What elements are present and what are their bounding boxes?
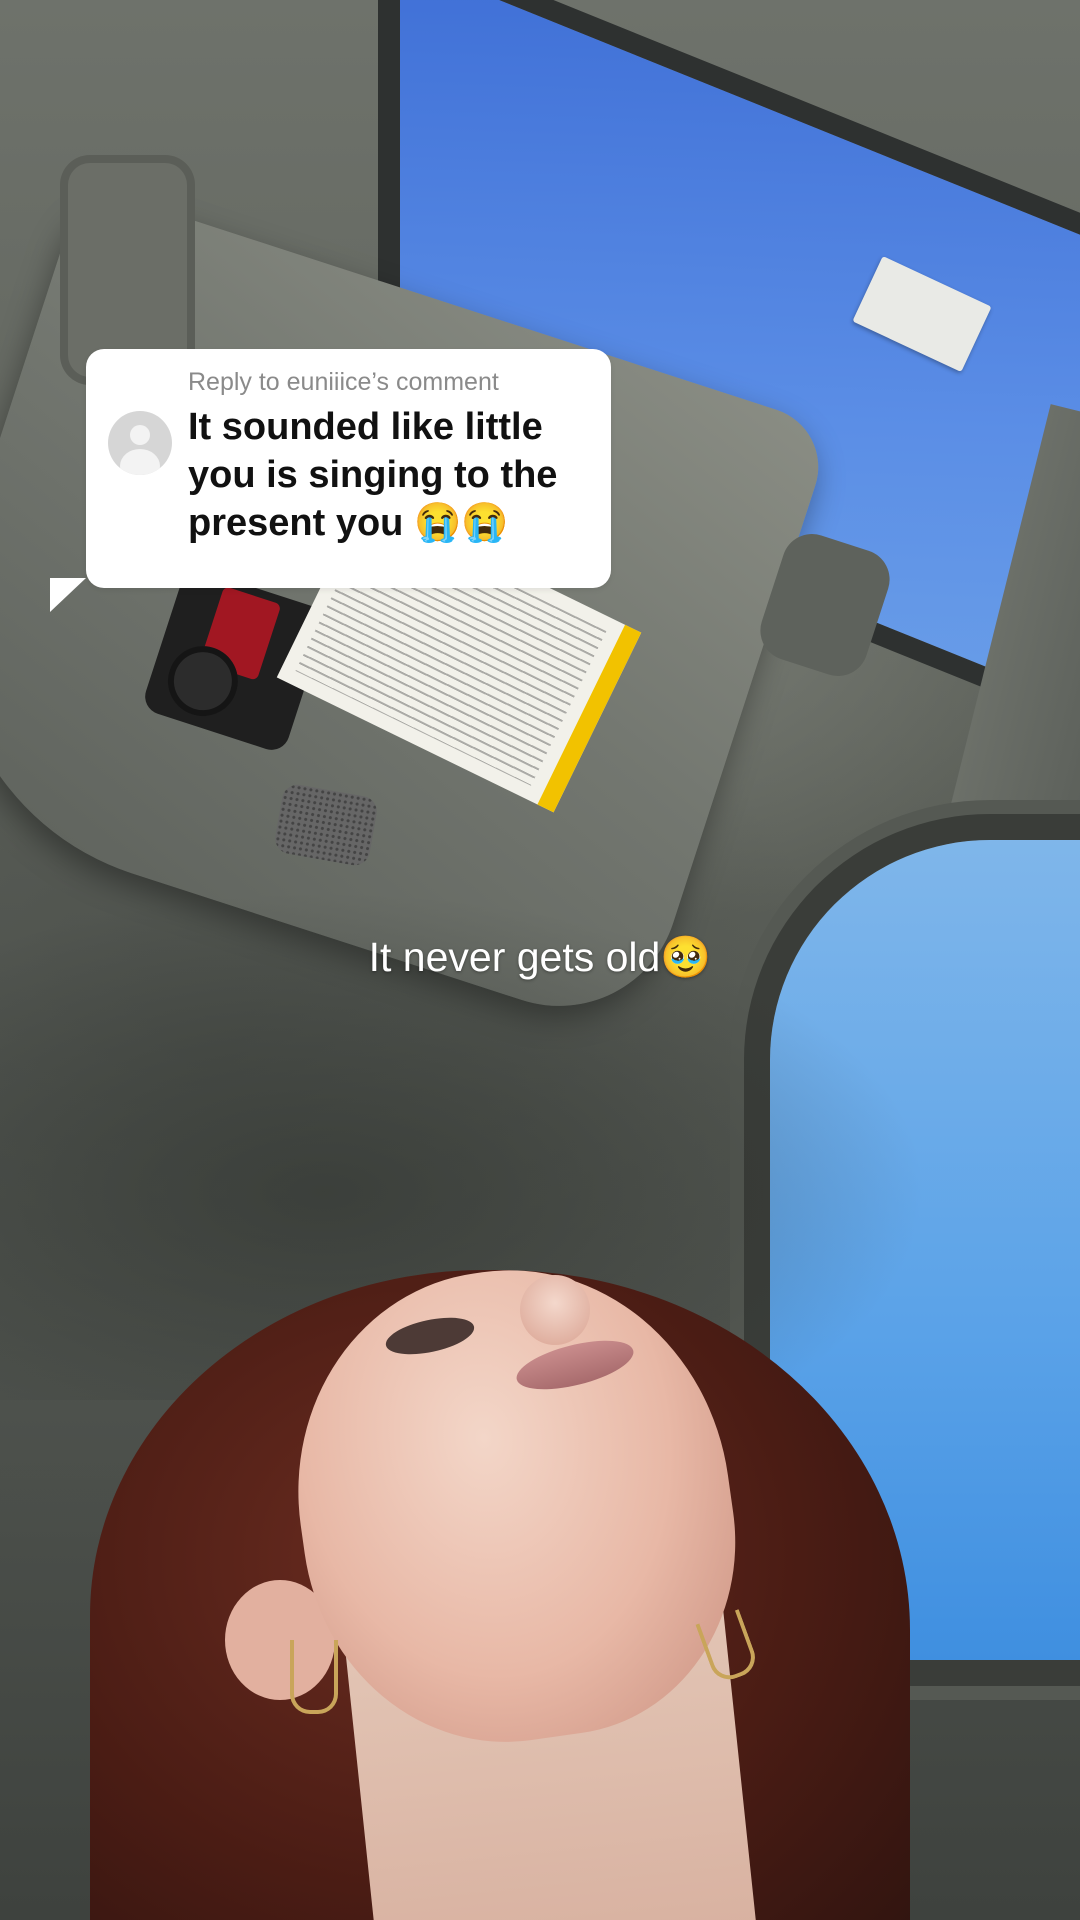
comment-reply-sticker[interactable]: Reply to euniiice’s comment It sounded l… (86, 349, 611, 588)
earring-left (290, 1640, 338, 1714)
reply-header: Reply to euniiice’s comment (188, 368, 499, 396)
person-nose (520, 1275, 590, 1345)
reply-bubble-tail (50, 578, 86, 612)
reply-comment-text: It sounded like little you is singing to… (188, 406, 558, 544)
avatar-placeholder-icon (108, 411, 172, 475)
video-caption: It never gets old🥹 (368, 934, 712, 980)
